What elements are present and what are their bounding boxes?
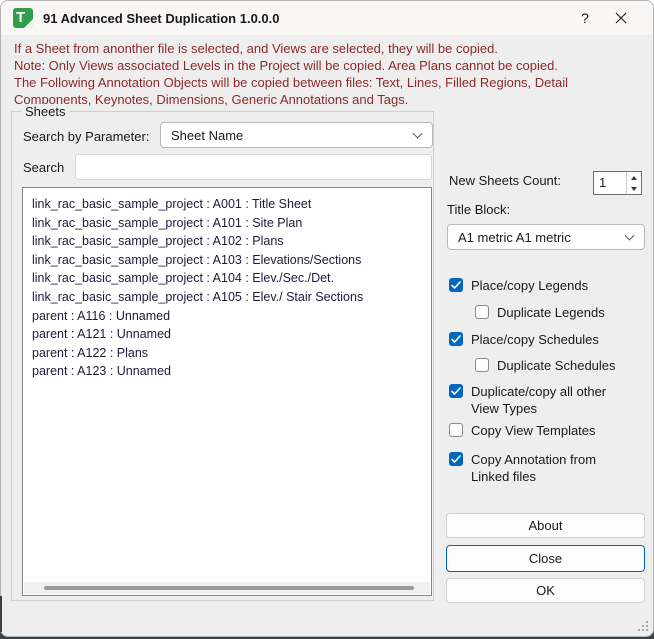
notice-line: Components, Keynotes, Dimensions, Generi…	[14, 92, 409, 107]
list-item[interactable]: parent : A123 : Unnamed	[32, 362, 431, 381]
title-block-dropdown-value: A1 metric A1 metric	[458, 229, 571, 245]
title-block-label: Title Block:	[447, 202, 511, 217]
list-item[interactable]: link_rac_basic_sample_project : A101 : S…	[32, 214, 431, 233]
checkbox-checked-icon	[449, 332, 463, 346]
checkbox-copy-annotation-from-linked-files[interactable]: Copy Annotation from Linked files	[449, 451, 626, 485]
background-window-edge	[0, 596, 2, 632]
about-button[interactable]: About	[446, 513, 645, 538]
sheets-groupbox: Sheets Search by Parameter: Sheet Name S…	[11, 104, 434, 601]
stepper-down-button[interactable]	[627, 183, 641, 194]
list-item[interactable]: parent : A116 : Unnamed	[32, 307, 431, 326]
title-block-dropdown[interactable]: A1 metric A1 metric	[447, 224, 645, 250]
checkbox-duplicate-schedules[interactable]: Duplicate Schedules	[475, 357, 652, 374]
checkbox-place-copy-legends[interactable]: Place/copy Legends	[449, 277, 626, 294]
close-icon[interactable]	[603, 3, 639, 33]
new-sheets-count-value: 1	[599, 175, 607, 190]
checkbox-place-copy-schedules[interactable]: Place/copy Schedules	[449, 331, 626, 348]
notice-line: If a Sheet from anonther file is selecte…	[14, 41, 498, 56]
checkbox-duplicate-copy-all-other-view-types[interactable]: Duplicate/copy all other View Types	[449, 383, 626, 417]
checkbox-checked-icon	[449, 384, 463, 398]
checkbox-unchecked-icon	[449, 423, 463, 437]
sheets-listbox[interactable]: link_rac_basic_sample_project : A001 : T…	[22, 187, 432, 596]
dialog-window: T 91 Advanced Sheet Duplication 1.0.0.0 …	[0, 0, 654, 637]
ok-button[interactable]: OK	[446, 578, 645, 603]
list-item[interactable]: link_rac_basic_sample_project : A103 : E…	[32, 251, 431, 270]
checkbox-checked-icon	[449, 278, 463, 292]
list-item[interactable]: parent : A121 : Unnamed	[32, 325, 431, 344]
horizontal-scrollbar[interactable]	[24, 582, 430, 594]
list-item[interactable]: parent : A122 : Plans	[32, 344, 431, 363]
list-item[interactable]: link_rac_basic_sample_project : A105 : E…	[32, 288, 431, 307]
parameter-dropdown-value: Sheet Name	[171, 127, 244, 143]
screen: T 91 Advanced Sheet Duplication 1.0.0.0 …	[0, 0, 654, 639]
checkbox-unchecked-icon	[475, 305, 489, 319]
resize-grip[interactable]	[638, 621, 648, 631]
list-item[interactable]: link_rac_basic_sample_project : A001 : T…	[32, 195, 431, 214]
notice-line: Note: Only Views associated Levels in th…	[14, 58, 558, 73]
chevron-down-icon	[412, 128, 423, 139]
checkbox-copy-view-templates[interactable]: Copy View Templates	[449, 422, 626, 439]
title-bar: T 91 Advanced Sheet Duplication 1.0.0.0 …	[1, 1, 653, 35]
list-item[interactable]: link_rac_basic_sample_project : A102 : P…	[32, 232, 431, 251]
search-input[interactable]	[75, 154, 432, 180]
chevron-down-icon	[624, 230, 635, 241]
checkbox-checked-icon	[449, 452, 463, 466]
parameter-dropdown[interactable]: Sheet Name	[160, 122, 433, 148]
search-label: Search	[23, 160, 65, 175]
window-title: 91 Advanced Sheet Duplication 1.0.0.0	[43, 10, 280, 26]
notice-text: If a Sheet from anonther file is selecte…	[14, 40, 648, 108]
notice-line: The Following Annotation Objects will be…	[14, 75, 569, 90]
sheets-group-label: Sheets	[21, 104, 70, 119]
close-button[interactable]: Close	[446, 545, 645, 572]
search-by-parameter-label: Search by Parameter:	[23, 129, 150, 144]
checkbox-duplicate-legends[interactable]: Duplicate Legends	[475, 304, 652, 321]
stepper-up-button[interactable]	[627, 172, 641, 183]
checkbox-unchecked-icon	[475, 358, 489, 372]
help-button[interactable]: ?	[567, 3, 603, 33]
new-sheets-count-label: New Sheets Count:	[449, 173, 562, 188]
app-icon: T	[13, 8, 33, 28]
new-sheets-count-stepper[interactable]: 1	[593, 171, 642, 195]
scrollbar-thumb[interactable]	[44, 586, 414, 590]
list-item[interactable]: link_rac_basic_sample_project : A104 : E…	[32, 269, 431, 288]
